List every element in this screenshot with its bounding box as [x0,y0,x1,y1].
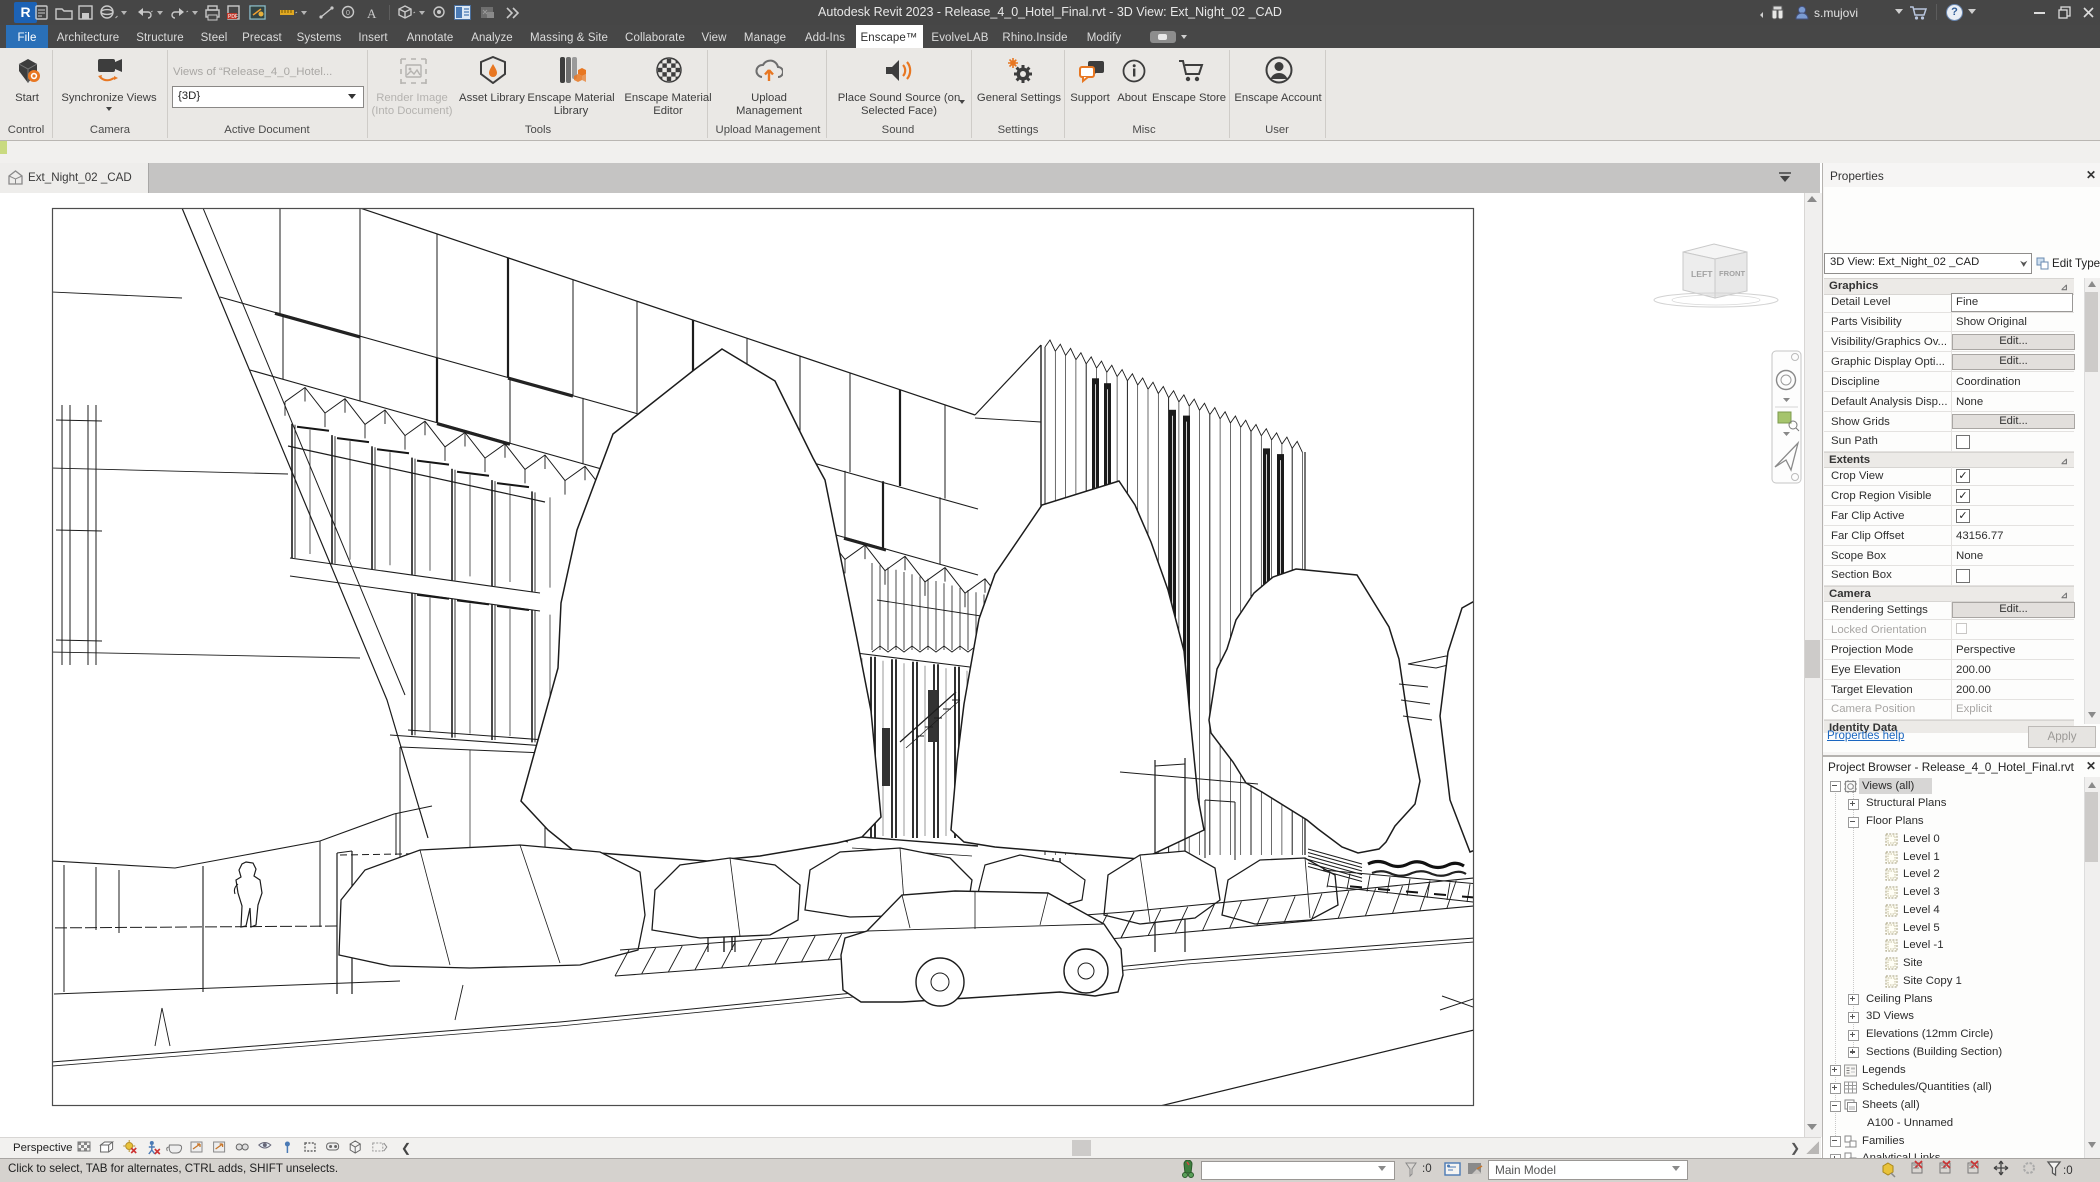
svg-text:0: 0 [346,10,350,17]
svg-text:PDF: PDF [228,14,238,20]
svg-text::0: :0 [2063,1165,2073,1177]
svg-text:A: A [367,6,377,21]
svg-text:❮: ❮ [401,1141,411,1155]
svg-text:LEFT: LEFT [1691,269,1713,279]
svg-text:FRONT: FRONT [1719,269,1746,278]
